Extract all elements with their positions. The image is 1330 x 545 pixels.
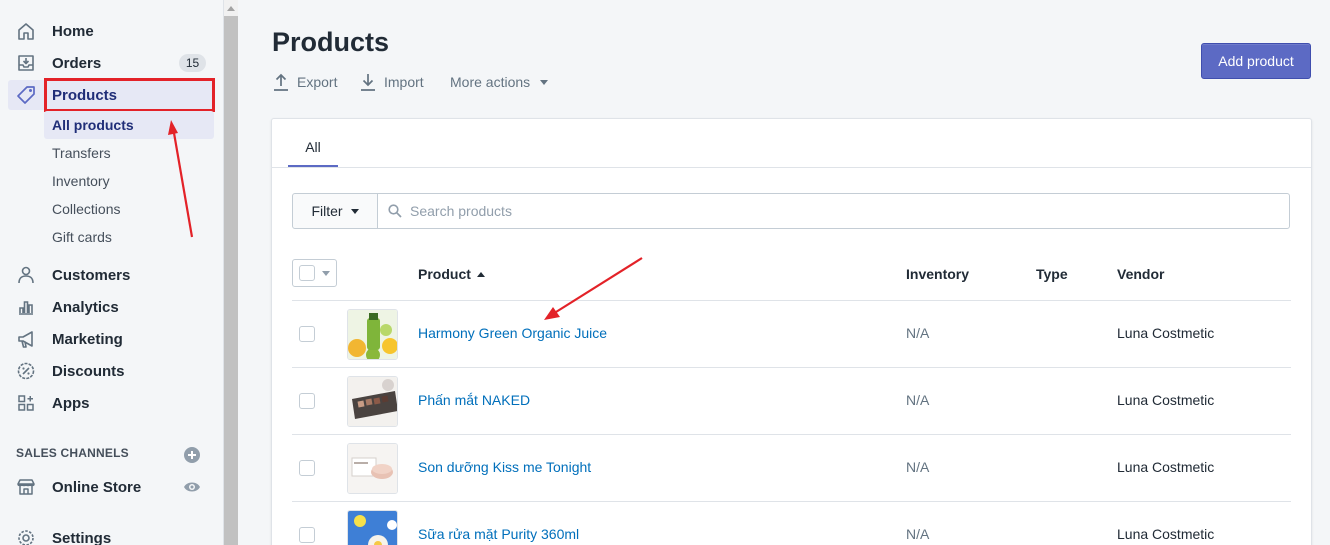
product-thumbnail[interactable] (347, 510, 398, 545)
tag-icon (14, 83, 38, 107)
nav-apps[interactable]: Apps (0, 387, 224, 419)
row-checkbox[interactable] (299, 326, 315, 342)
home-icon (14, 19, 38, 43)
chevron-down-icon (350, 208, 359, 214)
product-thumbnail[interactable] (347, 376, 398, 427)
import-button[interactable]: Import (360, 72, 424, 92)
more-actions-button[interactable]: More actions (450, 72, 549, 92)
nav-home[interactable]: Home (0, 15, 224, 47)
sidebar: Home Orders 15 Products All products Tra… (0, 0, 224, 545)
orders-count-badge: 15 (179, 54, 206, 72)
sales-channels-title: SALES CHANNELS (16, 446, 129, 460)
export-label: Export (297, 74, 338, 90)
scroll-up-arrow[interactable] (224, 0, 238, 16)
add-product-button[interactable]: Add product (1201, 43, 1311, 79)
nav-customers[interactable]: Customers (0, 259, 224, 291)
product-name-link[interactable]: Sữa rửa mặt Purity 360ml (418, 526, 579, 542)
sidebar-scrollbar[interactable] (224, 0, 238, 545)
tab-all[interactable]: All (288, 128, 338, 168)
table-row[interactable]: Harmony Green Organic Juice N/A Luna Cos… (292, 301, 1291, 368)
column-header-vendor[interactable]: Vendor (1117, 266, 1164, 282)
column-header-inventory[interactable]: Inventory (906, 266, 969, 282)
sidebar-item-gift-cards[interactable]: Gift cards (44, 223, 214, 251)
product-thumbnail[interactable] (347, 309, 398, 360)
inventory-value: N/A (906, 526, 930, 542)
row-checkbox[interactable] (299, 527, 315, 543)
table-row[interactable]: Sữa rửa mặt Purity 360ml N/A Luna Costme… (292, 502, 1291, 545)
nav-orders-label: Orders (52, 54, 102, 72)
analytics-icon (14, 295, 38, 319)
nav-marketing-label: Marketing (52, 330, 123, 348)
product-name-link[interactable]: Harmony Green Organic Juice (418, 325, 607, 341)
column-header-type[interactable]: Type (1036, 266, 1068, 282)
table-row[interactable]: Phấn mắt NAKED N/A Luna Costmetic (292, 368, 1291, 435)
nav-online-store-label: Online Store (52, 478, 142, 496)
nav-analytics[interactable]: Analytics (0, 291, 224, 323)
products-highlight-box (44, 78, 215, 112)
tabs-divider (272, 167, 1311, 168)
apps-icon (14, 391, 38, 415)
megaphone-icon (14, 327, 38, 351)
bulk-select-dropdown[interactable] (292, 259, 337, 287)
search-input[interactable] (410, 203, 1210, 219)
gear-icon (14, 526, 38, 545)
nav-online-store[interactable]: Online Store (0, 471, 224, 503)
inventory-value: N/A (906, 325, 930, 341)
orders-icon (14, 51, 38, 75)
search-field[interactable] (377, 193, 1290, 229)
sidebar-item-collections[interactable]: Collections (44, 195, 214, 223)
page-title: Products (272, 27, 390, 57)
sidebar-item-inventory[interactable]: Inventory (44, 167, 214, 195)
select-all-checkbox[interactable] (299, 265, 315, 281)
import-label: Import (384, 74, 424, 90)
vendor-value: Luna Costmetic (1117, 392, 1215, 408)
filter-label: Filter (311, 203, 343, 219)
filter-button[interactable]: Filter (292, 193, 378, 229)
chevron-down-icon (540, 79, 549, 85)
vendor-value: Luna Costmetic (1117, 325, 1215, 341)
search-icon (388, 204, 402, 218)
nav-apps-label: Apps (52, 394, 90, 412)
more-actions-label: More actions (450, 74, 531, 90)
nav-home-label: Home (52, 22, 94, 40)
row-checkbox[interactable] (299, 460, 315, 476)
sort-ascending-icon (476, 271, 485, 277)
product-name-link[interactable]: Son dưỡng Kiss me Tonight (418, 459, 591, 475)
add-channel-icon[interactable] (184, 447, 200, 468)
discount-icon (14, 359, 38, 383)
inventory-value: N/A (906, 459, 930, 475)
nav-discounts[interactable]: Discounts (0, 355, 224, 387)
eye-icon[interactable] (183, 479, 201, 500)
row-checkbox[interactable] (299, 393, 315, 409)
nav-discounts-label: Discounts (52, 362, 125, 380)
nav-orders[interactable]: Orders 15 (0, 47, 224, 79)
export-button[interactable]: Export (273, 72, 337, 92)
store-icon (14, 475, 38, 499)
vendor-value: Luna Costmetic (1117, 526, 1215, 542)
sidebar-item-all-products[interactable]: All products (44, 111, 214, 139)
column-product-label: Product (418, 266, 471, 282)
nav-marketing[interactable]: Marketing (0, 323, 224, 355)
sidebar-item-transfers[interactable]: Transfers (44, 139, 214, 167)
chevron-down-icon (322, 271, 330, 276)
table-row[interactable]: Son dưỡng Kiss me Tonight N/A Luna Costm… (292, 435, 1291, 502)
nav-settings-label: Settings (52, 529, 112, 545)
import-icon (361, 74, 375, 91)
nav-customers-label: Customers (52, 266, 131, 284)
nav-analytics-label: Analytics (52, 298, 119, 316)
nav-settings[interactable]: Settings (0, 522, 224, 545)
vendor-value: Luna Costmetic (1117, 459, 1215, 475)
export-icon (274, 73, 288, 91)
product-thumbnail[interactable] (347, 443, 398, 494)
column-header-product[interactable]: Product (418, 266, 485, 282)
customers-icon (14, 263, 38, 287)
product-name-link[interactable]: Phấn mắt NAKED (418, 392, 530, 408)
inventory-value: N/A (906, 392, 930, 408)
